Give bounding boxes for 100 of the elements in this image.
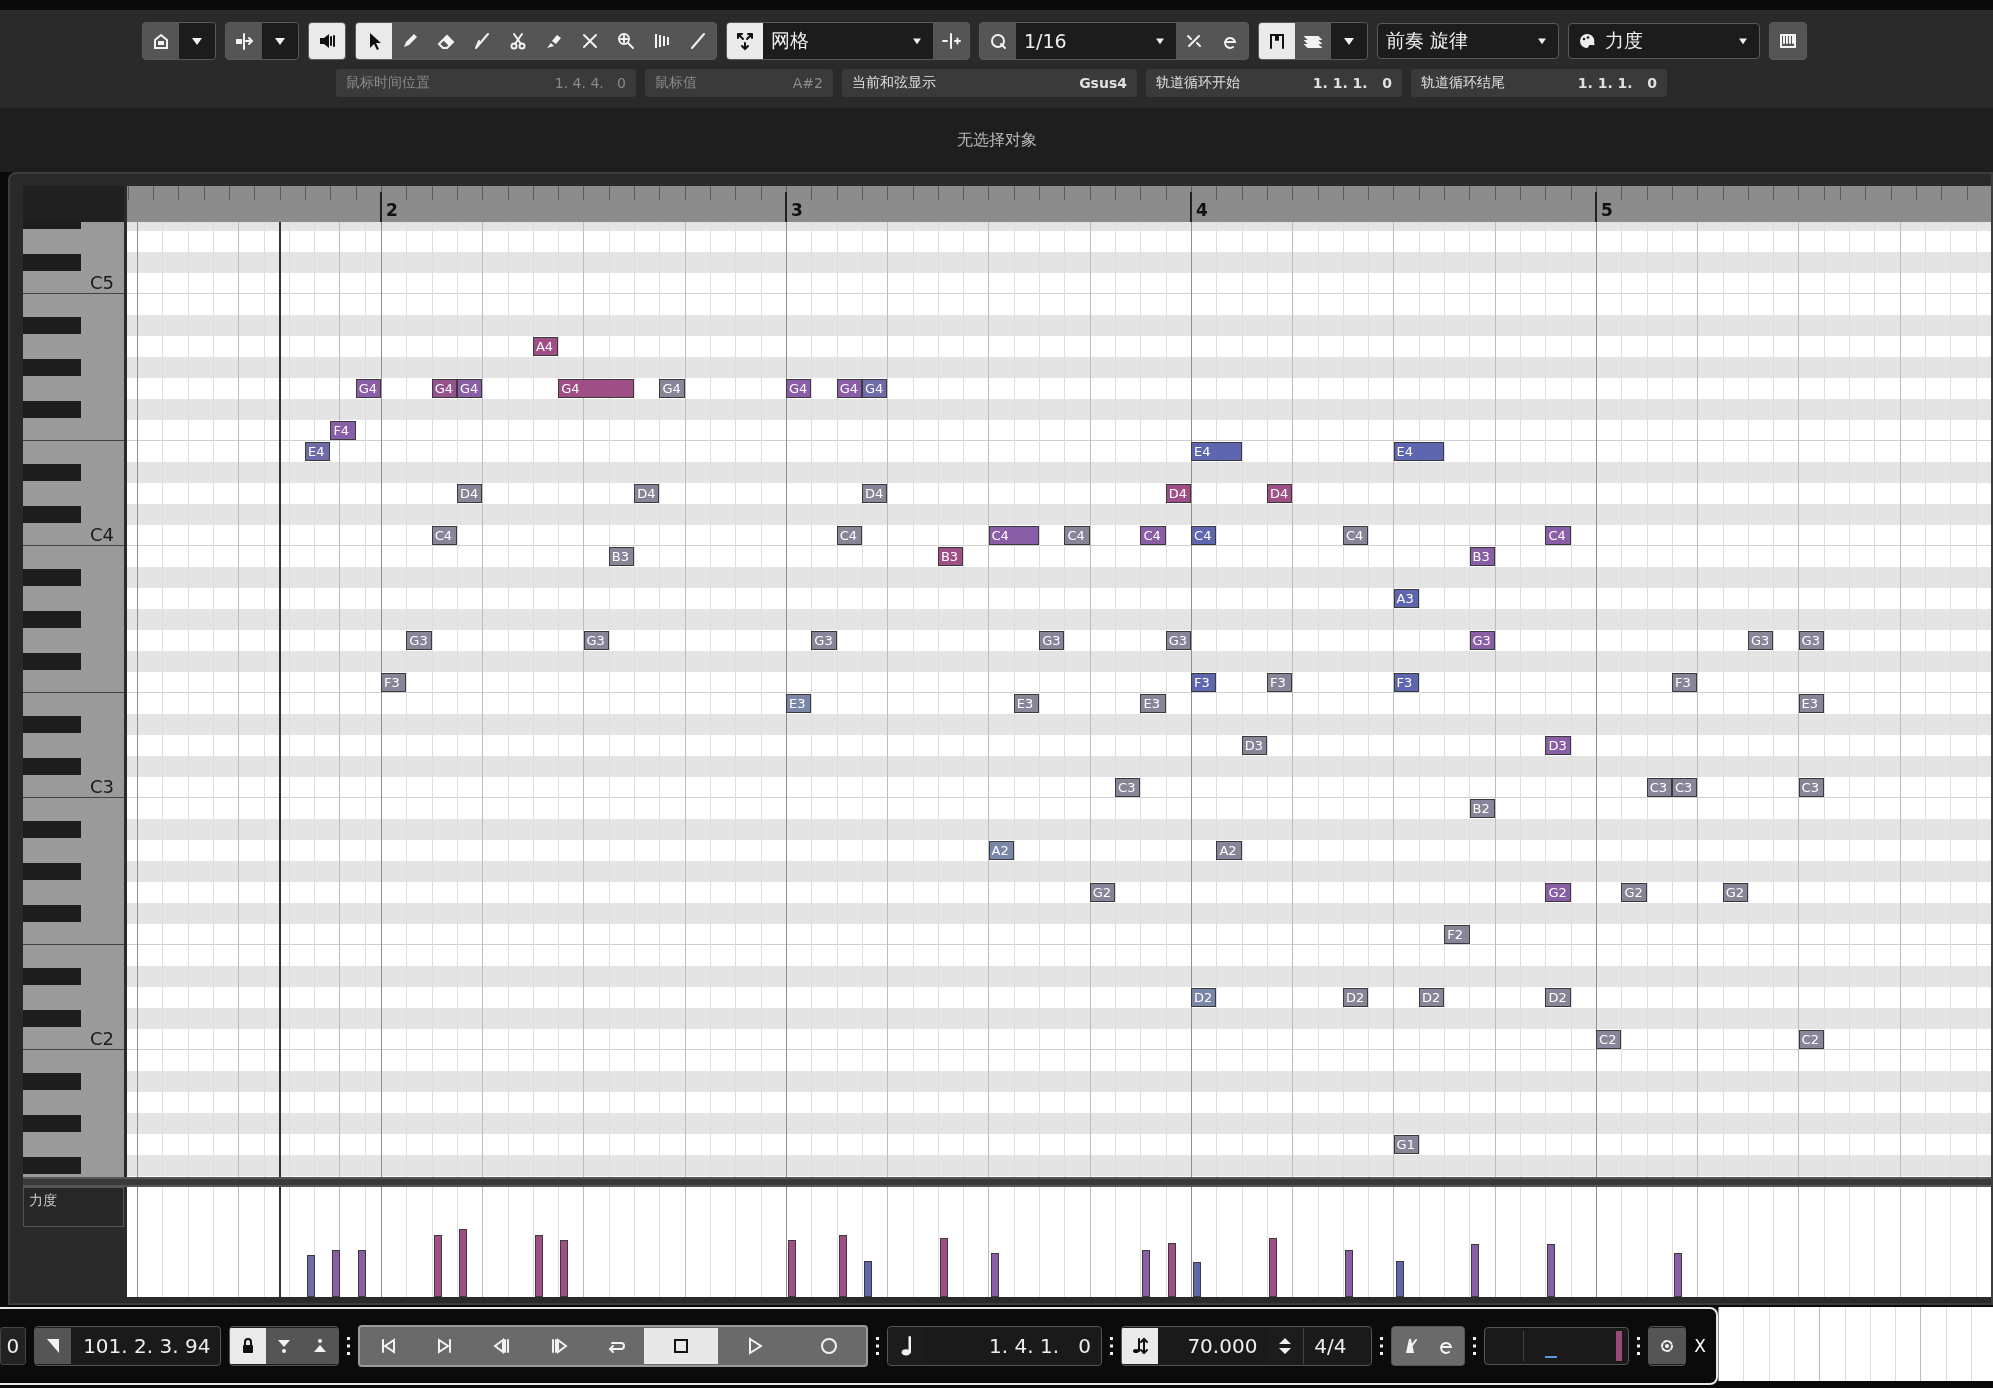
edit-toggle-button[interactable]: [1259, 23, 1295, 59]
velocity-bar[interactable]: [1167, 1243, 1176, 1297]
dropdown-button[interactable]: [262, 23, 298, 59]
midi-note[interactable]: C4: [431, 526, 457, 545]
velocity-bar[interactable]: [1142, 1249, 1151, 1297]
grip-icon: [1472, 1337, 1476, 1355]
velocity-bar[interactable]: [1547, 1244, 1556, 1297]
grip-icon: [875, 1337, 879, 1355]
midi-note[interactable]: B3: [1469, 547, 1495, 566]
grip-icon: [1109, 1337, 1113, 1355]
velocity-bar[interactable]: [458, 1228, 467, 1297]
midi-note[interactable]: C4: [1191, 526, 1217, 545]
transport-button[interactable]: [644, 1328, 718, 1364]
quantize-icon: [988, 31, 1008, 51]
lock-button[interactable]: [230, 1328, 267, 1364]
position-field[interactable]: 101. 2. 3. 94: [70, 1328, 221, 1364]
midi-note[interactable]: G4: [355, 379, 381, 398]
snap-mode-dropdown[interactable]: 网格: [763, 23, 933, 59]
grip-icon: [1380, 1337, 1384, 1355]
grip-icon: [347, 1337, 351, 1355]
velocity-bar[interactable]: [1673, 1253, 1682, 1297]
snap-icon: [735, 31, 755, 51]
midi-note[interactable]: D4: [456, 484, 483, 503]
punch-out-button[interactable]: [302, 1328, 339, 1364]
midi-note[interactable]: C4: [1064, 526, 1090, 545]
midi-note[interactable]: G4: [456, 379, 483, 398]
velocity-bar[interactable]: [534, 1235, 543, 1297]
midi-note[interactable]: D4: [1267, 484, 1293, 503]
midi-note[interactable]: E4: [1191, 442, 1242, 461]
field-value: 1. 1. 1. 0: [1312, 75, 1392, 91]
note-icon: [900, 1336, 911, 1356]
audio-feedback-button[interactable]: [308, 22, 346, 60]
midi-note[interactable]: F4: [330, 421, 356, 440]
scissors-icon: [508, 31, 528, 51]
midi-note[interactable]: A4: [532, 337, 559, 356]
track-dropdown[interactable]: 前奏 旋律: [1377, 23, 1559, 59]
midi-note[interactable]: D4: [1165, 484, 1192, 503]
tool-button[interactable]: [356, 23, 392, 59]
signature-field[interactable]: 4/4: [1303, 1328, 1372, 1364]
midi-note[interactable]: C4: [836, 526, 862, 545]
midi-note[interactable]: D4: [634, 484, 660, 503]
midi-note[interactable]: C4: [1140, 526, 1166, 545]
palette-icon: [1577, 31, 1597, 51]
key-label: C3: [89, 776, 114, 797]
midi-note[interactable]: G4: [659, 379, 685, 398]
velocity-bar[interactable]: [990, 1253, 999, 1297]
speaker-icon: [317, 31, 337, 51]
snap-button[interactable]: [727, 23, 763, 59]
velocity-bar[interactable]: [1193, 1261, 1201, 1297]
field-value: 1. 1. 1. 0: [1577, 75, 1657, 91]
lane-label[interactable]: 力度: [23, 1187, 124, 1227]
midi-note[interactable]: C4: [1545, 526, 1571, 545]
velocity-bar[interactable]: [433, 1235, 442, 1297]
knife-icon: [472, 31, 492, 51]
midi-note[interactable]: B3: [937, 547, 964, 566]
midi-note[interactable]: C4: [1342, 526, 1369, 545]
midi-note[interactable]: G4: [431, 379, 457, 398]
velocity-bar[interactable]: [838, 1235, 847, 1297]
punch-in-button[interactable]: [266, 1328, 303, 1364]
velocity-bar[interactable]: [863, 1260, 872, 1297]
tempo-field[interactable]: 70.000: [1157, 1328, 1268, 1364]
velocity-bar[interactable]: [1344, 1249, 1353, 1297]
bars-icon: [652, 31, 672, 51]
bar-number: 2: [386, 202, 398, 219]
midi-note[interactable]: G4: [558, 379, 635, 398]
midi-note[interactable]: G4: [786, 379, 812, 398]
velocity-bar[interactable]: [1471, 1244, 1480, 1297]
split-arrow-icon: [234, 31, 254, 51]
house-icon: [151, 31, 171, 51]
midi-note[interactable]: C4: [988, 526, 1040, 545]
tempo-button[interactable]: [1121, 1328, 1158, 1364]
marker-button[interactable]: [34, 1328, 71, 1364]
velocity-bar[interactable]: [1268, 1237, 1277, 1297]
velocity-bar[interactable]: [560, 1239, 569, 1297]
dropdown-button[interactable]: [1331, 23, 1367, 59]
velocity-bar[interactable]: [307, 1255, 316, 1297]
midi-note[interactable]: B3: [608, 547, 635, 566]
midi-note[interactable]: G4: [836, 379, 862, 398]
midi-note[interactable]: D4: [862, 484, 888, 503]
controller-dropdown[interactable]: 力度: [1568, 23, 1760, 59]
time-field[interactable]: 1. 4. 1. 0: [923, 1328, 1101, 1364]
field-label: 轨道循环结尾: [1421, 74, 1505, 92]
key-label: C2: [89, 1028, 114, 1049]
line-icon: [688, 31, 708, 51]
status-text: 无选择对象: [956, 129, 1037, 151]
close-button[interactable]: X: [1694, 1336, 1706, 1356]
velocity-bar[interactable]: [332, 1249, 341, 1297]
field-value: Gsus4: [1079, 75, 1127, 91]
velocity-bar[interactable]: [939, 1237, 948, 1297]
time-field[interactable]: 0: [0, 1327, 26, 1365]
key-label: C4: [89, 524, 114, 545]
velocity-bar[interactable]: [357, 1249, 366, 1297]
midi-note[interactable]: E4: [305, 442, 331, 461]
midi-note[interactable]: G4: [862, 379, 888, 398]
dropdown-button[interactable]: [179, 23, 215, 59]
midi-note[interactable]: E4: [1393, 442, 1445, 461]
velocity-bar[interactable]: [1395, 1260, 1404, 1297]
keyboard-button[interactable]: [1769, 22, 1807, 60]
field-value: A#2: [792, 75, 823, 91]
quantize-dropdown[interactable]: 1/16: [1016, 23, 1176, 59]
